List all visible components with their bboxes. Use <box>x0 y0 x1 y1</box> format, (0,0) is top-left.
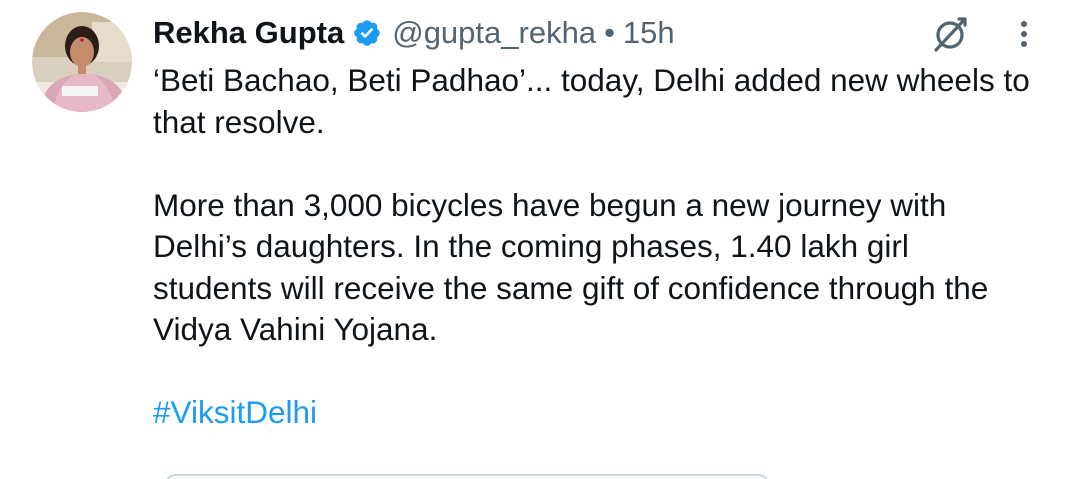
grok-icon[interactable] <box>930 14 970 54</box>
tweet-header: Rekha Gupta @gupta_rekha • 15h <box>153 12 675 54</box>
separator-dot: • <box>604 15 615 50</box>
media-card[interactable] <box>165 474 769 479</box>
tweet-paragraph-2: More than 3,000 bicycles have begun a ne… <box>153 186 989 348</box>
author-handle[interactable]: @gupta_rekha <box>392 15 596 51</box>
more-vertical-icon[interactable] <box>1012 14 1036 54</box>
tweet-text: ‘Beti Bachao, Beti Padhao’... today, Del… <box>153 60 1033 434</box>
author-display-name[interactable]: Rekha Gupta <box>153 15 344 51</box>
tweet[interactable]: Rekha Gupta @gupta_rekha • 15h ‘Beti Bac… <box>0 0 1079 479</box>
avatar[interactable] <box>32 12 132 112</box>
avatar-image <box>32 12 132 112</box>
hashtag-link[interactable]: #ViksitDelhi <box>153 392 317 434</box>
verified-badge-icon <box>352 18 382 48</box>
tweet-paragraph-1: ‘Beti Bachao, Beti Padhao’... today, Del… <box>153 62 1030 140</box>
tweet-timestamp[interactable]: 15h <box>623 15 675 51</box>
